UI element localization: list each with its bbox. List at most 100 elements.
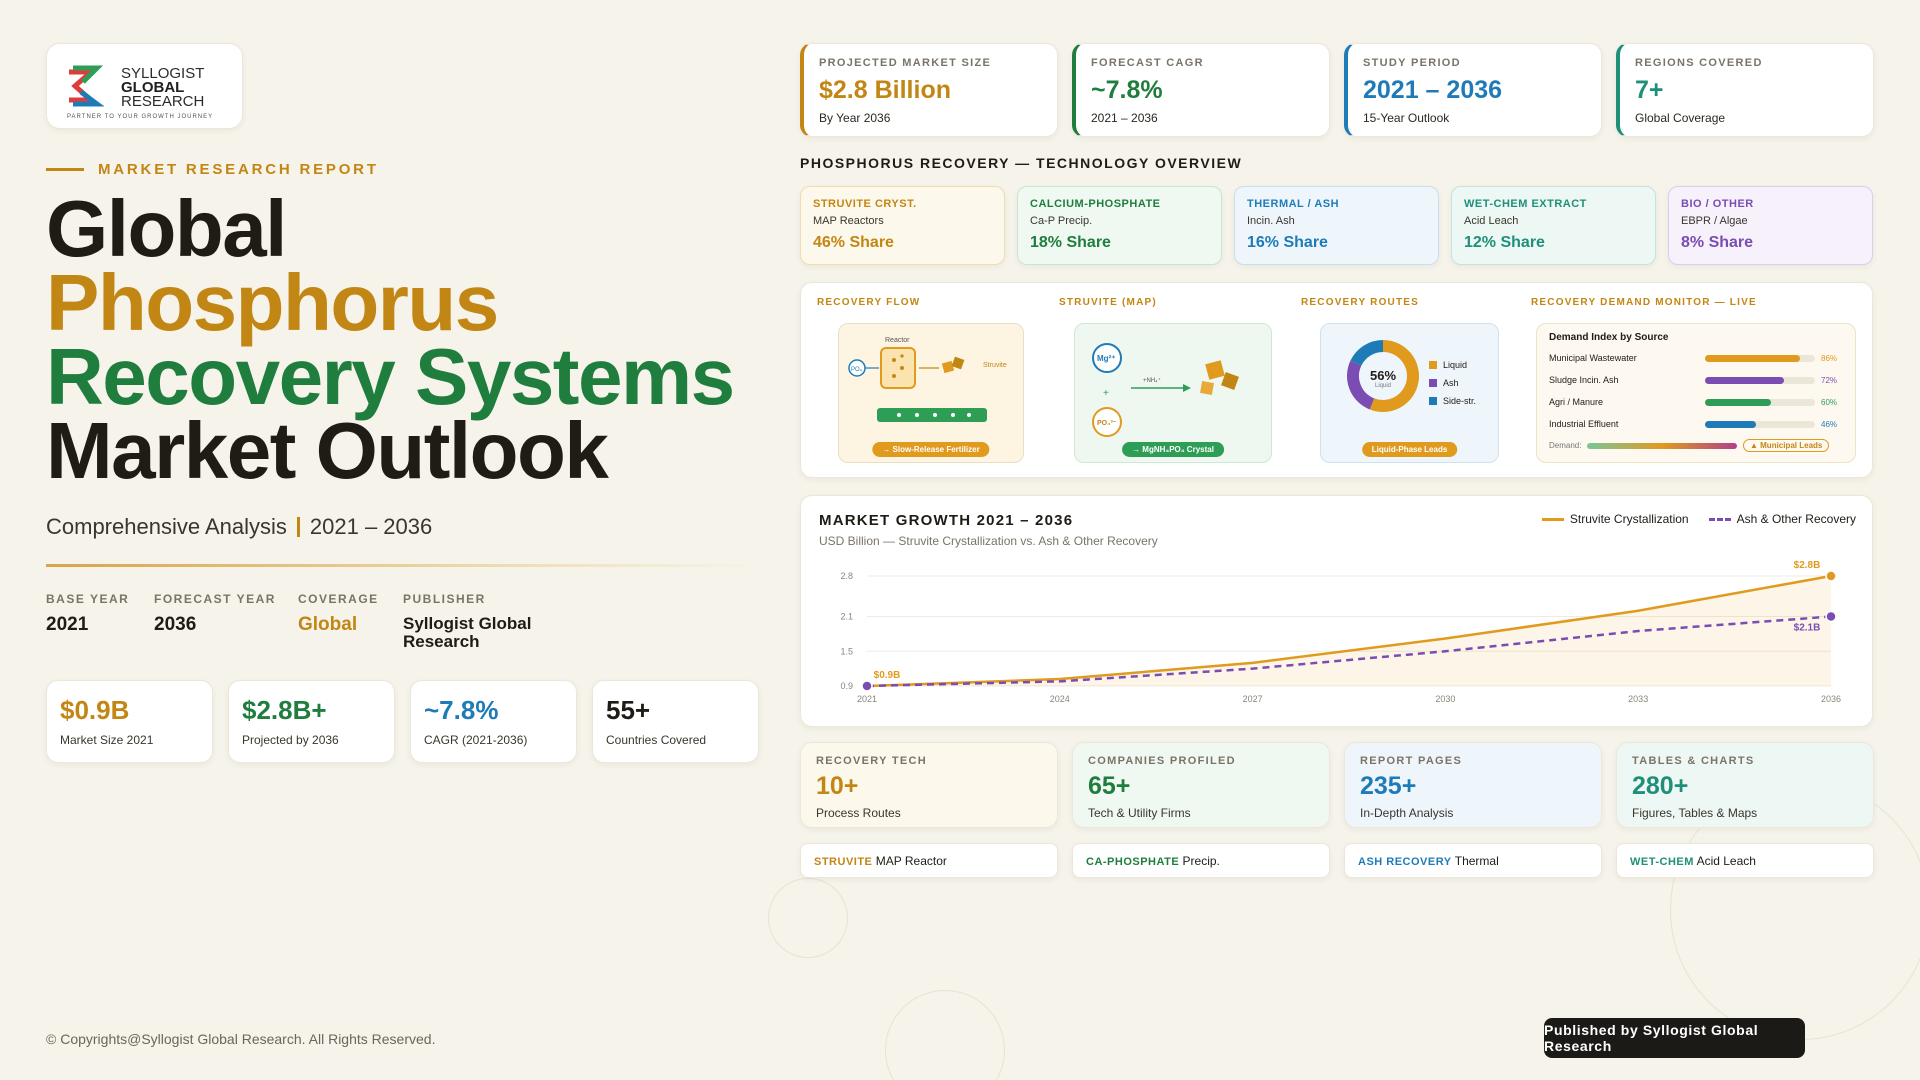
recovery-flow-title: RECOVERY FLOW: [817, 297, 921, 308]
bottom-card-recovery-tech: RECOVERY TECH 10+ Process Routes: [800, 742, 1058, 828]
x-tick-label: 2036: [1821, 694, 1841, 704]
recovery-flow-pill: → Slow-Release Fertilizer: [872, 442, 990, 457]
crystal-icon: [941, 360, 955, 374]
monitor-heading: Demand Index by Source: [1549, 332, 1669, 343]
svg-text:Struvite: Struvite: [983, 362, 1007, 369]
y-tick-label: 1.5: [840, 646, 853, 656]
stat-value: 55+: [606, 695, 651, 725]
divider: [46, 564, 756, 567]
struvite-title: STRUVITE (MAP): [1059, 297, 1157, 308]
demand-monitor: Demand Index by Source Municipal Wastewa…: [1536, 323, 1856, 463]
demand-bar-fill: [1705, 398, 1771, 406]
recovery-flow-panel: RECOVERY FLOW STRUVITE (MAP) RECOVERY RO…: [800, 282, 1873, 478]
donut-slice: [1350, 340, 1384, 367]
meta-coverage: COVERAGE Global: [298, 592, 379, 635]
y-tick-label: 0.9: [840, 681, 853, 691]
y-tick-label: 2.8: [840, 571, 853, 581]
x-tick-label: 2033: [1628, 694, 1648, 704]
x-tick-label: 2030: [1435, 694, 1455, 704]
x-tick-label: 2027: [1243, 694, 1263, 704]
demand-bar-track: [1705, 376, 1815, 384]
tech-card-calcium-phosphate: CALCIUM-PHOSPHATE Ca-P Precip. 18% Share: [1017, 186, 1222, 265]
demand-value: 72%: [1821, 375, 1838, 385]
svg-text:PO₄: PO₄: [851, 367, 863, 373]
stat-card-projected: $2.8B+ Projected by 2036: [228, 680, 395, 763]
copyright-footer: © Copyrights@Syllogist Global Research. …: [46, 1031, 436, 1047]
recovery-routes-diagram: 56% Liquid Liquid Ash Side-str. Liquid-P…: [1320, 323, 1499, 463]
demand-value: 60%: [1821, 397, 1838, 407]
data-label: $2.8B: [1794, 560, 1821, 571]
data-point: [1825, 570, 1837, 582]
svg-text:PO₄³⁻: PO₄³⁻: [1097, 420, 1117, 427]
bottom-card-report-pages: REPORT PAGES 235+ In-Depth Analysis: [1344, 742, 1602, 828]
data-point: [861, 680, 873, 692]
title-line-1: Global: [46, 184, 287, 273]
demand-source-row: Sludge Incin. Ash 72%: [1549, 369, 1843, 391]
reactor-label: Reactor: [885, 337, 910, 344]
struvite-area: [867, 576, 1831, 686]
demand-bar-track: [1705, 420, 1815, 428]
y-tick-label: 2.1: [840, 612, 853, 622]
meta-base-year: BASE YEAR 2021: [46, 592, 130, 635]
tech-card-thermal-ash: THERMAL / ASH Incin. Ash 16% Share: [1234, 186, 1439, 265]
title-line-4: Market Outlook: [46, 406, 609, 495]
kpi-market-size: PROJECTED MARKET SIZE $2.8 Billion By Year…: [800, 43, 1058, 137]
crystal-icon: [1205, 360, 1225, 380]
demand-source-name: Agri / Manure: [1549, 397, 1604, 407]
stat-value: $2.8B+: [242, 695, 327, 725]
demand-bar-fill: [1705, 420, 1756, 428]
demand-value: 86%: [1821, 353, 1838, 363]
title-line-2: Phosphorus: [46, 258, 499, 347]
struvite-diagram: Mg²⁺ + PO₄³⁻ +NH₄⁺ → MgNH₄PO₄ Crystal: [1074, 323, 1272, 463]
demand-source-row: Industrial Effluent 46%: [1549, 413, 1843, 435]
meta-forecast-year: FORECAST YEAR 2036: [154, 592, 276, 635]
stat-card-market-size: $0.9B Market Size 2021: [46, 680, 213, 763]
decor-circle: [768, 878, 848, 958]
tech-overview-heading: PHOSPHORUS RECOVERY — TECHNOLOGY OVERVIE…: [800, 155, 1243, 171]
tech-card-wet-chem: WET-CHEM EXTRACT Acid Leach 12% Share: [1451, 186, 1656, 265]
page-title: Global Phosphorus Recovery Systems Marke…: [46, 184, 766, 495]
data-label: $2.1B: [1794, 623, 1821, 634]
chart-plot-area: 2.8 2.1 1.5 0.9 2021 2024 2027 2030 2033 2036 $0.9…: [840, 560, 1841, 704]
bottom-card-tables-charts: TABLES & CHARTS 280+ Figures, Tables & Map…: [1616, 742, 1874, 828]
stat-label: Market Size 2021: [60, 733, 154, 747]
demand-row: Demand: ▲ Municipal Leads: [1549, 439, 1843, 452]
logo-line3: RESEARCH: [121, 93, 204, 110]
tag-ca-phosphate: CA-PHOSPHATE Precip.: [1072, 843, 1330, 878]
subtitle-period: 2021 – 2036: [309, 514, 433, 539]
svg-text:Mg²⁺: Mg²⁺: [1097, 354, 1115, 363]
municipal-leads-badge: ▲ Municipal Leads: [1743, 439, 1830, 452]
struvite-pill: → MgNH₄PO₄ Crystal: [1122, 442, 1224, 457]
routes-legend: Liquid Ash Side-str.: [1429, 356, 1476, 410]
subtitle-text: Comprehensive Analysis: [46, 514, 287, 539]
report-eyebrow: MARKET RESEARCH REPORT: [46, 161, 379, 178]
demand-source-row: Agri / Manure 60%: [1549, 391, 1843, 413]
demand-source-row: Municipal Wastewater 86%: [1549, 347, 1843, 369]
tech-card-bio-other: BIO / OTHER EBPR / Algae 8% Share: [1668, 186, 1873, 265]
eyebrow-text: MARKET RESEARCH REPORT: [98, 161, 379, 178]
demand-bar-track: [1705, 354, 1815, 362]
donut-center-value: 56%: [1369, 368, 1397, 383]
demand-source-name: Municipal Wastewater: [1549, 353, 1637, 363]
stat-label: CAGR (2021-2036): [424, 733, 528, 747]
kpi-regions: REGIONS COVERED 7+ Global Coverage: [1616, 43, 1874, 137]
logo-tagline: PARTNER TO YOUR GROWTH JOURNEY: [67, 114, 213, 120]
stat-card-countries: 55+ Countries Covered: [592, 680, 759, 763]
data-label: $0.9B: [874, 670, 901, 681]
stat-value: ~7.8%: [424, 695, 499, 725]
svg-text:+: +: [1103, 388, 1109, 399]
x-tick-label: 2021: [857, 694, 877, 704]
decor-circle: [885, 990, 1005, 1080]
subtitle: Comprehensive Analysis 2021 – 2036: [46, 514, 432, 540]
demand-monitor-title: RECOVERY DEMAND MONITOR — LIVE: [1531, 297, 1757, 308]
demand-bar-track: [1705, 398, 1815, 406]
tag-wet-chem: WET-CHEM Acid Leach: [1616, 843, 1874, 878]
company-logo: SYLLOGIST GLOBAL RESEARCH PARTNER TO YOU…: [46, 43, 243, 129]
recovery-routes-title: RECOVERY ROUTES: [1301, 297, 1420, 308]
tech-card-struvite: STRUVITE CRYST. MAP Reactors 46% Share: [800, 186, 1005, 265]
recovery-flow-diagram: Reactor PO₄ Struvite → Slow-Release Fert…: [838, 323, 1024, 463]
title-line-3: Recovery Systems: [46, 332, 735, 421]
published-by-button[interactable]: Published by Syllogist Global Research: [1544, 1018, 1805, 1058]
demand-bar-fill: [1705, 354, 1800, 362]
donut-center-label: Liquid: [1374, 383, 1391, 389]
